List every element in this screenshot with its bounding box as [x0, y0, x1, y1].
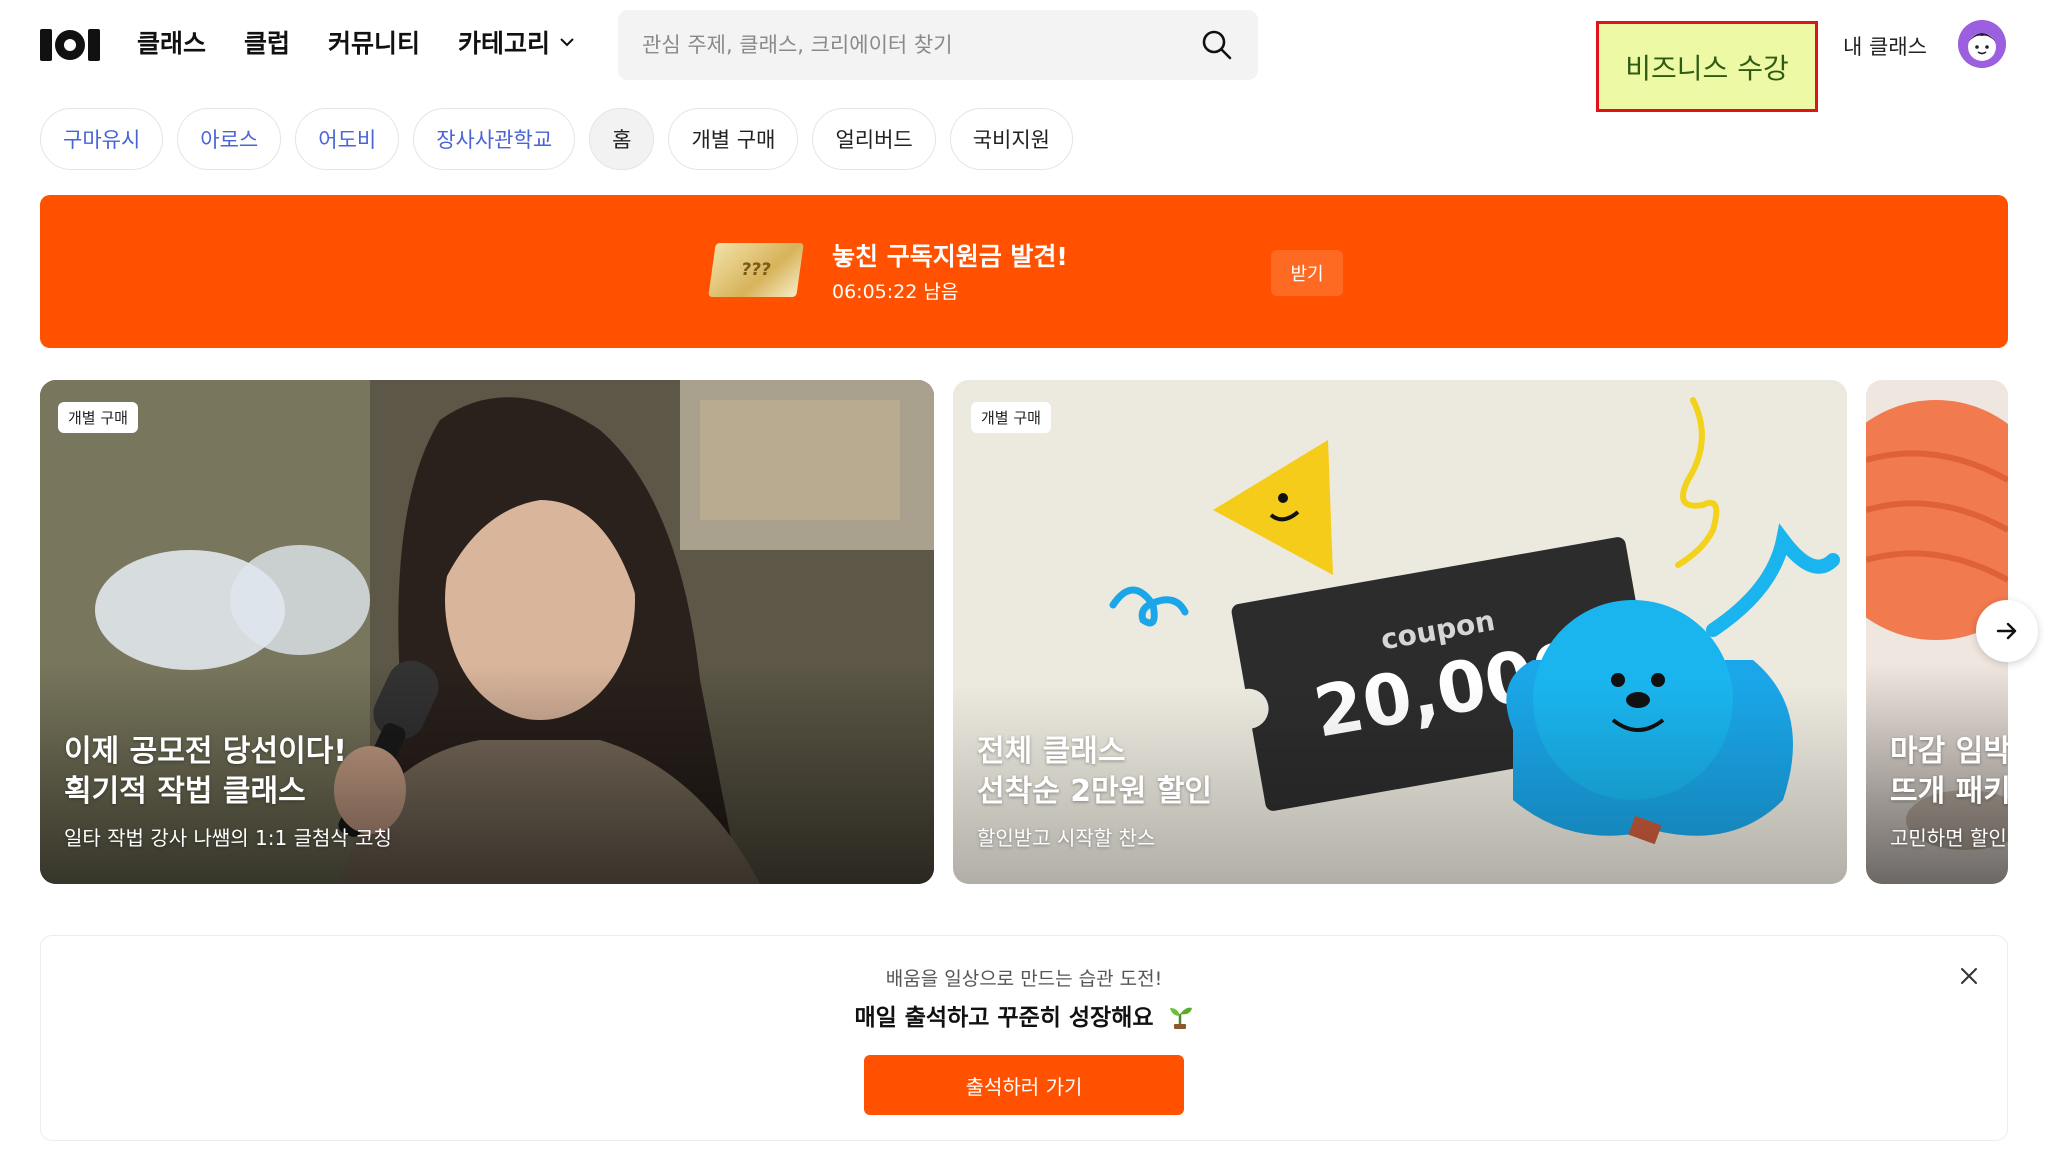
nav-club-label: 클럽 — [244, 29, 291, 58]
card-title-line2: 획기적 작법 클래스 — [64, 774, 306, 809]
top-header: 클래스 클럽 커뮤니티 카테고리 비즈니스 수강 내 클래스 — [0, 0, 2048, 112]
nav-community-label: 커뮤니티 — [328, 29, 421, 58]
banner-title: 놓친 구독지원금 발견! — [832, 242, 1068, 271]
card-title-line1: 이제 공모전 당선이다! — [64, 734, 347, 769]
receive-button[interactable]: 받기 — [1271, 250, 1343, 296]
chip-early-bird[interactable]: 얼리버드 — [812, 108, 936, 170]
avatar[interactable] — [1958, 20, 2006, 68]
nav-classes-label: 클래스 — [137, 29, 207, 58]
search-icon[interactable] — [1200, 28, 1234, 62]
card-subtitle: 할인받고 시작할 찬스 — [977, 826, 1156, 850]
ticket-text: ??? — [739, 260, 773, 280]
nav-category-label: 카테고리 — [458, 29, 551, 58]
card-title-line1: 마감 임박 — [1890, 734, 2008, 769]
close-icon[interactable] — [1957, 964, 1981, 988]
attendance-subtitle: 배움을 일상으로 만드는 습관 도전! — [885, 968, 1163, 990]
purchase-badge: 개별 구매 — [971, 402, 1051, 433]
chip-gov-support[interactable]: 국비지원 — [949, 108, 1073, 170]
banner-countdown: 06:05:22 남음 — [832, 281, 959, 303]
chip-business-academy[interactable]: 장사사관학교 — [413, 108, 576, 170]
card-title: 이제 공모전 당선이다! 획기적 작법 클래스 — [64, 732, 347, 812]
subsidy-banner[interactable]: ??? 놓친 구독지원금 발견! 06:05:22 남음 받기 — [40, 195, 2008, 348]
sprout-icon — [1169, 1007, 1192, 1029]
card-title-line2: 선착순 2만원 할인 — [977, 774, 1212, 809]
nav-classes[interactable]: 클래스 — [137, 24, 206, 60]
card-title-line1: 전체 클래스 — [977, 734, 1126, 769]
chip-individual-purchase[interactable]: 개별 구매 — [668, 108, 799, 170]
card-title: 전체 클래스 선착순 2만원 할인 — [977, 732, 1212, 812]
nav-club[interactable]: 클럽 — [244, 24, 290, 60]
search-box — [618, 10, 1258, 80]
profile-face-icon — [1958, 20, 2006, 68]
card-title-line2: 뜨개 패키 — [1890, 774, 2008, 809]
chip-gumayusi[interactable]: 구마유시 — [40, 108, 164, 170]
main-nav: 클래스 클럽 커뮤니티 카테고리 — [137, 24, 576, 60]
business-button[interactable]: 비즈니스 수강 — [1596, 21, 1818, 112]
go-attendance-button[interactable]: 출석하러 가기 — [864, 1055, 1184, 1115]
site-logo[interactable] — [40, 28, 100, 62]
my-class-link[interactable]: 내 클래스 — [1843, 31, 1927, 61]
topic-chips: 구마유시 아로스 어도비 장사사관학교 홈 개별 구매 얼리버드 국비지원 — [40, 108, 1073, 170]
promo-card-writing[interactable]: 개별 구매 이제 공모전 당선이다! 획기적 작법 클래스 일타 작법 강사 나… — [40, 380, 934, 884]
chip-adobe[interactable]: 어도비 — [295, 108, 400, 170]
card-subtitle: 고민하면 할인 — [1890, 826, 2007, 850]
nav-category[interactable]: 카테고리 — [458, 24, 576, 60]
chip-aros[interactable]: 아로스 — [177, 108, 282, 170]
chevron-down-icon — [560, 38, 574, 47]
carousel-next-button[interactable] — [1976, 600, 2038, 662]
chip-home[interactable]: 홈 — [589, 108, 655, 170]
search-input[interactable] — [642, 10, 1182, 80]
ticket-icon: ??? — [708, 243, 804, 297]
attendance-panel: 배움을 일상으로 만드는 습관 도전! 매일 출석하고 꾸준히 성장해요 출석하… — [40, 935, 2008, 1141]
nav-community[interactable]: 커뮤니티 — [328, 24, 420, 60]
purchase-badge: 개별 구매 — [58, 402, 138, 433]
attendance-title-text: 매일 출석하고 꾸준히 성장해요 — [854, 1005, 1154, 1031]
arrow-right-icon — [1996, 622, 2017, 640]
promo-card-coupon[interactable]: coupon 20,000 개별 구매 전체 클래스 선착순 2만원 할인 할인… — [953, 380, 1847, 884]
attendance-title: 매일 출석하고 꾸준히 성장해요 — [41, 998, 2007, 1032]
card-title: 마감 임박 뜨개 패키 — [1890, 732, 2008, 812]
card-subtitle: 일타 작법 강사 나쌤의 1:1 글첨삭 코칭 — [64, 826, 392, 850]
